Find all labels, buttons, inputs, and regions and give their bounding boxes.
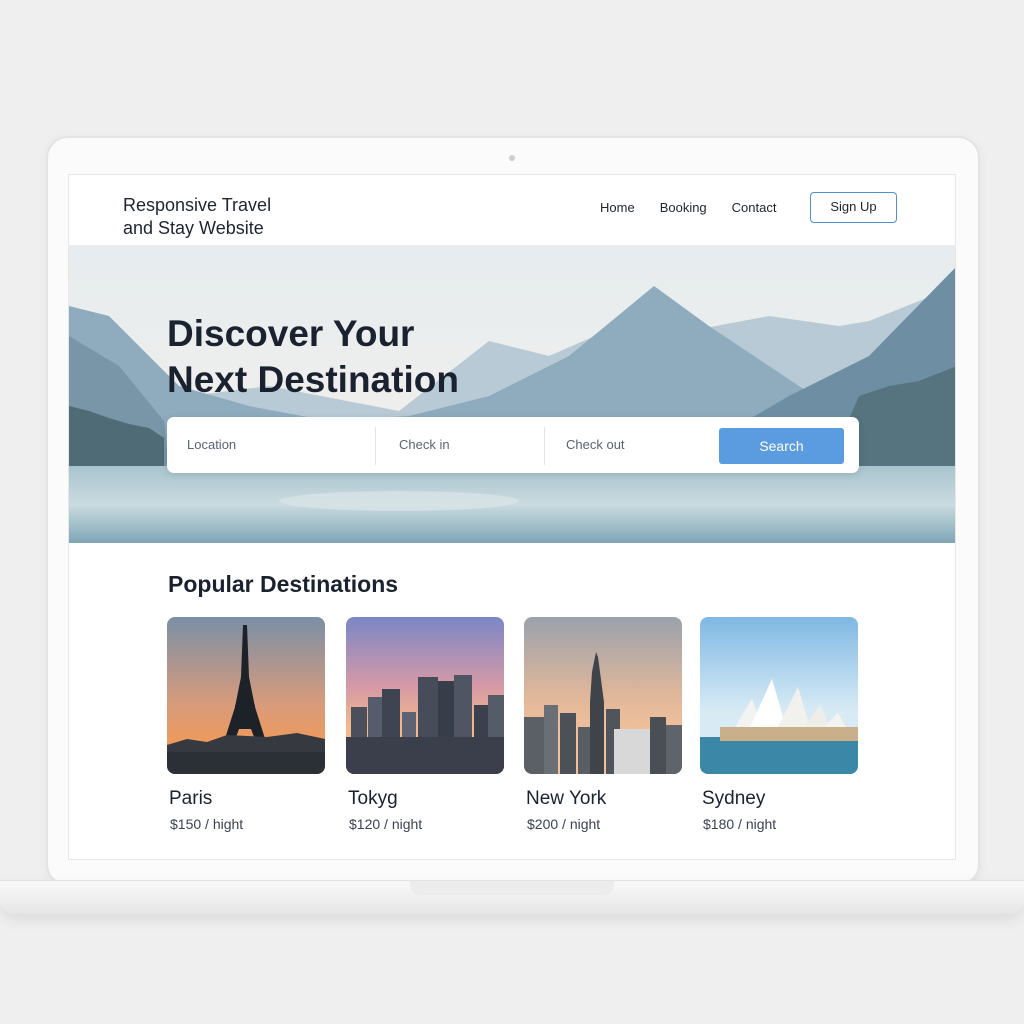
site-logo-text[interactable]: Responsive Travel and Stay Website: [123, 194, 323, 240]
webcam-dot: [509, 155, 515, 161]
nav-contact-link[interactable]: Contact: [732, 200, 777, 215]
site-header: Responsive Travel and Stay Website Home …: [69, 175, 955, 246]
check-out-input[interactable]: Check out: [566, 417, 706, 473]
location-input[interactable]: Location: [187, 417, 367, 473]
hero-title-line-1: Discover Your: [167, 313, 415, 354]
destination-card-paris[interactable]: Paris $150 / hight: [167, 617, 325, 832]
section-title: Popular Destinations: [168, 571, 399, 597]
browser-screen: Responsive Travel and Stay Website Home …: [68, 174, 956, 860]
destination-city: New York: [526, 788, 607, 809]
laptop-base-notch: [410, 881, 614, 895]
main-nav: Home Booking Contact: [600, 200, 801, 215]
destination-city: Tokyg: [348, 788, 398, 809]
destination-price: $150 / hight: [170, 816, 244, 832]
tokyo-skyline-image: [346, 617, 504, 774]
destination-card-sydney[interactable]: Sydney $180 / night: [700, 617, 858, 832]
divider: [375, 427, 376, 465]
search-bar: Location Check in Check out Search: [167, 417, 859, 473]
nav-booking-link[interactable]: Booking: [660, 200, 707, 215]
brand-line-2: and Stay Website: [123, 218, 264, 238]
sydney-opera-house-image: [700, 617, 858, 774]
destination-city: Paris: [169, 788, 213, 809]
divider: [544, 427, 545, 465]
destination-city: Sydney: [702, 788, 766, 809]
new-york-skyline-image: [524, 617, 682, 774]
hero-section: Discover Your Next Destination Location …: [69, 246, 955, 543]
sign-up-button[interactable]: Sign Up: [810, 192, 897, 223]
brand-line-1: Responsive Travel: [123, 195, 272, 215]
eiffel-tower-image: [167, 617, 325, 774]
destination-price: $180 / night: [703, 816, 777, 832]
destination-card-tokyo[interactable]: Tokyg $120 / night: [346, 617, 504, 832]
destination-price: $200 / night: [527, 816, 601, 832]
nav-home-link[interactable]: Home: [600, 200, 635, 215]
destination-card-new-york[interactable]: New York $200 / night: [524, 617, 682, 832]
destination-price: $120 / night: [349, 816, 423, 832]
hero-title-line-2: Next Destination: [167, 359, 459, 400]
search-button[interactable]: Search: [719, 428, 844, 464]
hero-title: Discover Your Next Destination: [167, 311, 547, 403]
check-in-input[interactable]: Check in: [399, 417, 539, 473]
